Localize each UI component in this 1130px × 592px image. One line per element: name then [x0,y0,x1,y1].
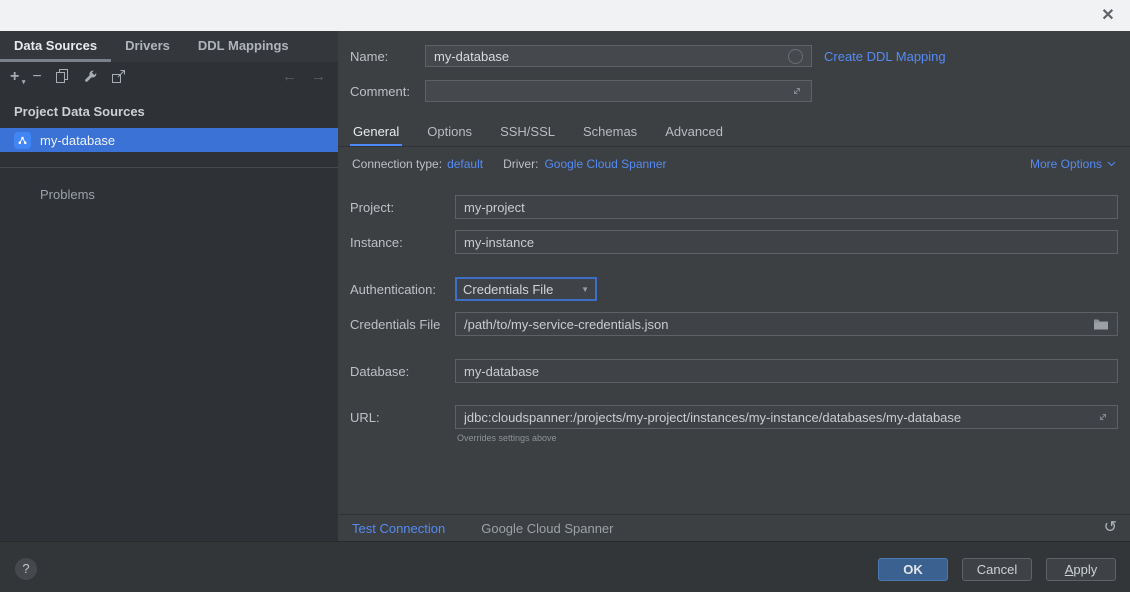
data-source-label: my-database [40,133,115,148]
tab-drivers[interactable]: Drivers [111,31,184,62]
tab-divider [338,146,1130,147]
folder-icon[interactable] [1093,318,1109,331]
expand-icon[interactable] [1097,411,1109,423]
more-options-label: More Options [1030,157,1102,171]
forward-icon[interactable]: → [311,68,326,85]
url-input[interactable]: jdbc:cloudspanner:/projects/my-project/i… [455,405,1118,429]
settings-tab-strip: General Options SSH/SSL Schemas Advanced [350,119,726,147]
instance-value: my-instance [464,235,1109,250]
url-hint: Overrides settings above [457,433,557,443]
driver-label: Driver: [503,157,538,171]
tab-ddl-mappings[interactable]: DDL Mappings [184,31,303,62]
tab-general[interactable]: General [350,119,402,147]
expand-icon[interactable] [791,85,803,97]
create-ddl-mapping-link[interactable]: Create DDL Mapping [824,49,946,64]
project-input[interactable]: my-project [455,195,1118,219]
authentication-value: Credentials File [463,282,553,297]
minus-icon: − [32,70,41,84]
tab-ssh-ssl[interactable]: SSH/SSL [497,119,558,147]
name-input[interactable]: my-database [425,45,812,67]
duplicate-button[interactable] [55,68,70,86]
connection-type-label: Connection type: [352,157,442,171]
dialog-button-bar: ? OK Cancel Apply [0,541,1130,592]
cloud-spanner-icon [14,132,31,149]
tab-data-sources[interactable]: Data Sources [0,31,111,62]
revert-icon[interactable]: ↺ [1104,517,1117,537]
sidebar-tab-strip: Data Sources Drivers DDL Mappings [0,31,338,62]
name-value: my-database [434,49,788,64]
name-label: Name: [350,49,425,64]
chevron-down-icon [1107,161,1116,167]
authentication-select[interactable]: Credentials File ▼ [455,277,597,301]
add-data-source-button[interactable]: + ▾ [10,68,19,86]
url-label: URL: [350,410,455,425]
copy-icon [55,69,70,84]
ok-button[interactable]: OK [878,558,948,581]
credentials-file-label: Credentials File [350,317,455,332]
apply-button[interactable]: Apply [1046,558,1116,581]
sidebar-toolbar: + ▾ − [0,62,338,91]
section-title: Project Data Sources [14,104,338,119]
footer-driver-name: Google Cloud Spanner [481,521,613,536]
comment-input[interactable] [425,80,812,102]
export-button[interactable] [111,68,126,86]
driver-value-link[interactable]: Google Cloud Spanner [544,157,666,171]
tab-schemas[interactable]: Schemas [580,119,640,147]
database-value: my-database [464,364,1109,379]
data-source-item-my-database[interactable]: my-database [0,128,338,152]
chevron-down-icon: ▾ [22,76,26,90]
window-titlebar: ✕ [0,0,1130,31]
open-in-new-icon [111,69,126,84]
dropdown-arrow-icon: ▼ [581,285,589,294]
project-value: my-project [464,200,1109,215]
tab-options[interactable]: Options [424,119,475,147]
comment-label: Comment: [350,84,425,99]
generated-name-icon[interactable] [788,49,803,64]
credentials-file-input[interactable]: /path/to/my-service-credentials.json [455,312,1118,336]
data-sources-sidebar: Data Sources Drivers DDL Mappings + ▾ − [0,31,338,541]
action-buttons: OK Cancel Apply [878,558,1116,581]
url-value: jdbc:cloudspanner:/projects/my-project/i… [464,410,1097,425]
problems-item[interactable]: Problems [40,187,338,202]
instance-label: Instance: [350,235,455,250]
connection-type-value[interactable]: default [447,157,483,171]
instance-input[interactable]: my-instance [455,230,1118,254]
plus-icon: + [10,70,19,84]
history-nav: ← → [282,62,326,91]
credentials-file-value: /path/to/my-service-credentials.json [464,317,1093,332]
remove-data-source-button[interactable]: − [32,68,41,86]
back-icon[interactable]: ← [282,68,297,85]
database-input[interactable]: my-database [455,359,1118,383]
test-connection-link[interactable]: Test Connection [352,521,445,536]
tab-advanced[interactable]: Advanced [662,119,726,147]
project-label: Project: [350,200,455,215]
wrench-icon [83,69,98,84]
close-icon[interactable]: ✕ [1097,5,1119,27]
help-icon[interactable]: ? [15,558,37,580]
data-source-form: Name: my-database Create DDL Mapping Com… [338,31,1130,541]
apply-rest: pply [1073,562,1097,577]
sidebar-divider [0,167,338,168]
driver-properties-button[interactable] [83,68,98,86]
authentication-label: Authentication: [350,282,455,297]
database-label: Database: [350,364,455,379]
more-options-link[interactable]: More Options [1030,157,1116,171]
apply-mnemonic: A [1065,562,1074,577]
cancel-button[interactable]: Cancel [962,558,1032,581]
